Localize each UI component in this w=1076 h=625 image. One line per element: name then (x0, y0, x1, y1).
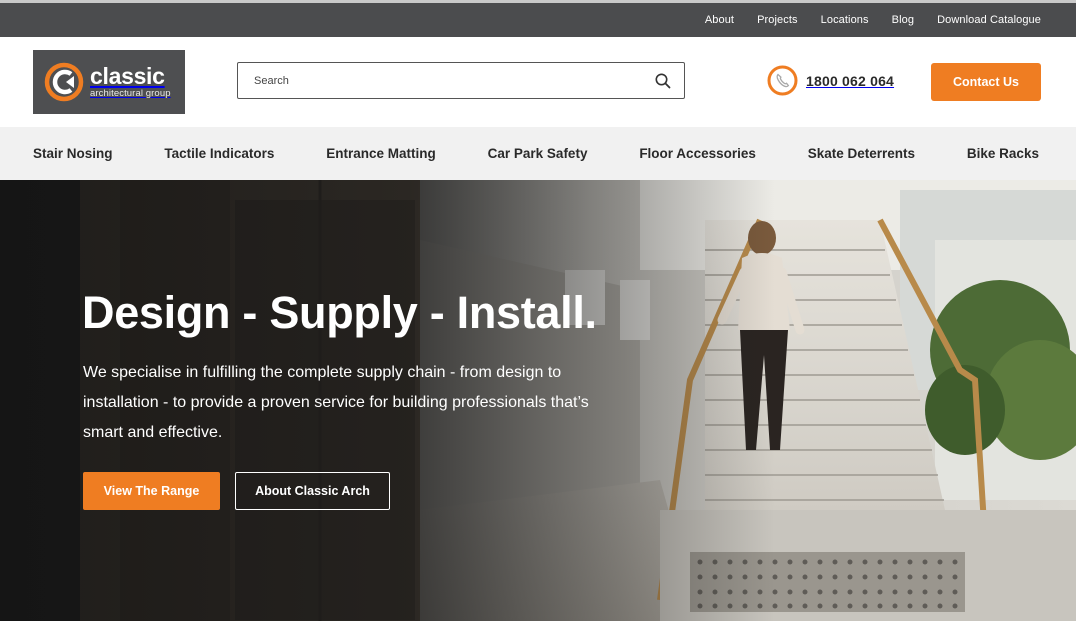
utility-link-about[interactable]: About (705, 14, 734, 26)
search-input[interactable] (238, 63, 638, 98)
site-header: classic architectural group 1800 062 064… (0, 37, 1076, 127)
about-classic-arch-button[interactable]: About Classic Arch (235, 472, 390, 510)
phone-number: 1800 062 064 (806, 72, 895, 89)
category-tactile-indicators[interactable]: Tactile Indicators (164, 146, 274, 161)
category-nav: Stair Nosing Tactile Indicators Entrance… (0, 127, 1076, 180)
utility-link-locations[interactable]: Locations (821, 14, 869, 26)
phone-link[interactable]: 1800 062 064 (767, 65, 894, 96)
contact-us-button[interactable]: Contact Us (931, 63, 1041, 101)
search-box (237, 62, 685, 99)
logo-subtitle: architectural group (90, 88, 171, 100)
category-bike-racks[interactable]: Bike Racks (967, 146, 1039, 161)
hero-title: Design - Supply - Install. (82, 287, 597, 338)
category-floor-accessories[interactable]: Floor Accessories (639, 146, 756, 161)
utility-bar: About Projects Locations Blog Download C… (0, 0, 1076, 37)
logo-name: classic (90, 63, 165, 90)
site-logo[interactable]: classic architectural group (33, 50, 185, 114)
hero-description: We specialise in fulfilling the complete… (83, 364, 589, 441)
utility-nav: About Projects Locations Blog Download C… (705, 3, 1041, 37)
category-car-park-safety[interactable]: Car Park Safety (488, 146, 588, 161)
phone-icon (767, 65, 798, 96)
utility-link-blog[interactable]: Blog (892, 14, 914, 26)
category-stair-nosing[interactable]: Stair Nosing (33, 146, 113, 161)
view-the-range-button[interactable]: View The Range (83, 472, 220, 510)
category-entrance-matting[interactable]: Entrance Matting (326, 146, 436, 161)
classic-logo-mark-icon (44, 62, 84, 102)
category-skate-deterrents[interactable]: Skate Deterrents (808, 146, 915, 161)
search-icon[interactable] (654, 72, 672, 90)
hero-banner: Design - Supply - Install. We specialise… (0, 180, 1076, 621)
logo-text: classic architectural group (90, 65, 171, 99)
hero-bottom-edge (0, 621, 1076, 625)
utility-link-projects[interactable]: Projects (757, 14, 798, 26)
utility-link-download-catalogue[interactable]: Download Catalogue (937, 14, 1041, 26)
